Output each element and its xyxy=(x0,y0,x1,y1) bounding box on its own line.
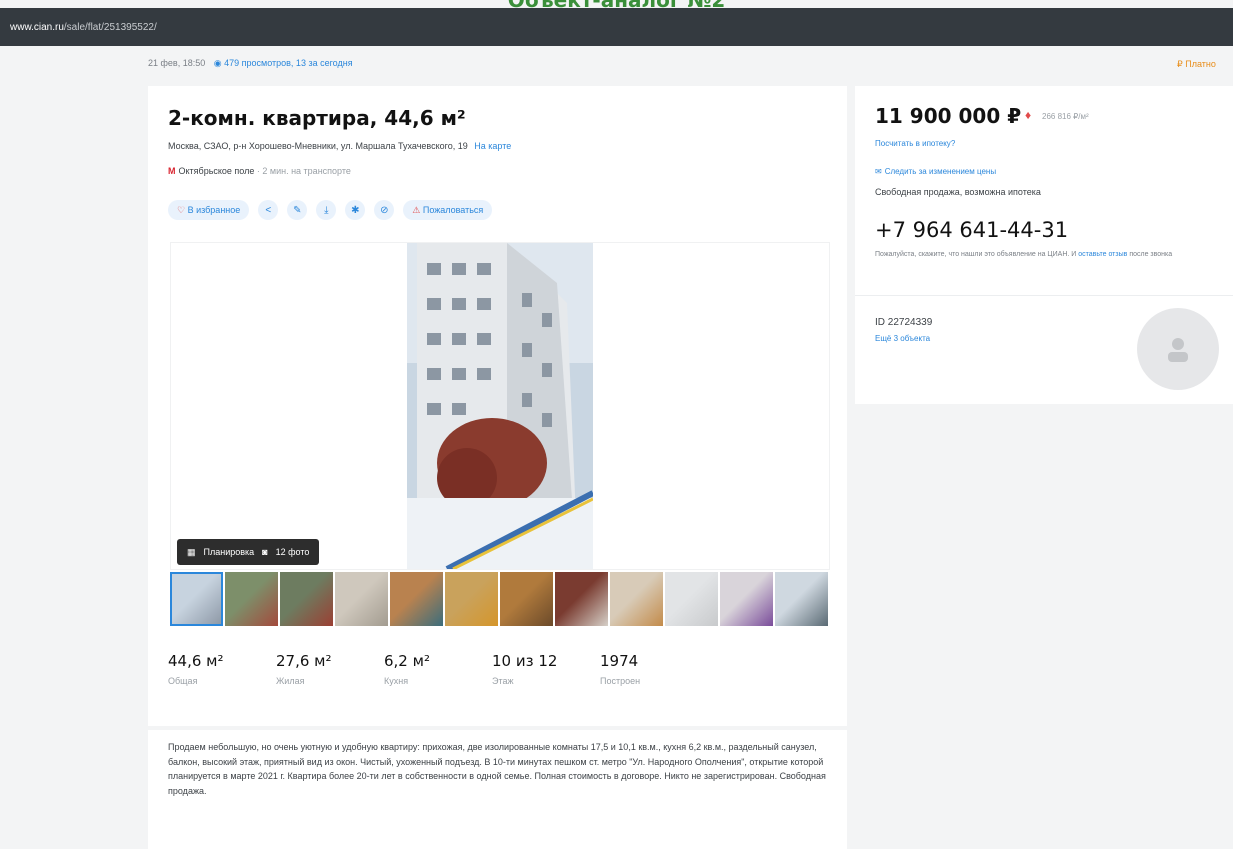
more-objects-link[interactable]: Ещё 3 объекта xyxy=(875,334,930,343)
photo-thumbnail[interactable] xyxy=(170,572,223,626)
stat-label: Жилая xyxy=(276,676,305,686)
photo-thumbnail[interactable] xyxy=(555,572,608,626)
views-counter[interactable]: ◉ 479 просмотров, 13 за сегодня xyxy=(214,58,353,68)
stat-label: Этаж xyxy=(492,676,514,686)
watch-price-link[interactable]: ✉ Следить за изменением цены xyxy=(875,167,996,176)
stat-value: 44,6 м² xyxy=(168,652,224,670)
building-photo xyxy=(407,243,593,569)
url-text[interactable]: www.cian.ru/sale/flat/251395522/ xyxy=(10,22,157,33)
stat-value: 10 из 12 xyxy=(492,652,558,670)
sale-type: Свободная продажа, возможна ипотека xyxy=(875,187,1041,197)
share-icon: < xyxy=(265,204,272,216)
seller-id: ID 22724339 xyxy=(875,317,933,328)
eye-icon: ◉ xyxy=(213,58,222,68)
metro-name[interactable]: Октябрьское поле xyxy=(179,166,255,176)
key-stats: 44,6 м² Общая 27,6 м² Жилая 6,2 м² Кухня 10 из… xyxy=(168,652,708,686)
metro-icon: M xyxy=(168,166,176,176)
watch-label: Следить за изменением цены xyxy=(884,167,997,176)
photo-badge[interactable]: ▦ Планировка ◙ 12 фото xyxy=(177,539,320,565)
pencil-icon: ✎ xyxy=(293,204,302,216)
stat-label: Общая xyxy=(168,676,198,686)
camera-icon: ◙ xyxy=(262,547,268,557)
notice-tail: после звонка xyxy=(1129,251,1173,258)
settings-button[interactable]: ✱ xyxy=(345,200,366,220)
complain-button[interactable]: ⚠ Пожаловаться xyxy=(403,200,493,220)
edit-button[interactable]: ✎ xyxy=(287,200,308,220)
listing-meta: 21 фев, 18:50 ◉ 479 просмотров, 13 за се… xyxy=(148,58,353,69)
user-icon xyxy=(1168,338,1188,362)
photo-thumbnail[interactable] xyxy=(280,572,333,626)
photo-thumbnail[interactable] xyxy=(390,572,443,626)
divider xyxy=(855,295,1233,296)
price-per-meter: 266 816 ₽/м² xyxy=(1042,112,1089,121)
stat-label: Построен xyxy=(600,676,641,686)
mortgage-link[interactable]: Посчитать в ипотеку? xyxy=(875,139,955,148)
description-text: Продаем небольшую, но очень уютную и удо… xyxy=(168,742,826,796)
heart-icon: ♡ xyxy=(177,204,186,215)
url-host: www.cian.ru xyxy=(10,22,64,33)
on-map-link[interactable]: На карте xyxy=(474,141,511,151)
call-notice: Пожалуйста, скажите, что нашли это объяв… xyxy=(875,249,1215,261)
photo-thumbnail[interactable] xyxy=(665,572,718,626)
leave-review-link[interactable]: оставьте отзыв xyxy=(1078,251,1127,258)
price-history-icon[interactable]: ♦ xyxy=(1025,108,1031,122)
price-sidebar: 11 900 000 ₽ ♦ 266 816 ₽/м² Посчитать в … xyxy=(855,86,1233,404)
listing-address: Москва, СЗАО, р-н Хорошево-Мневники, ул.… xyxy=(168,141,511,151)
photo-gallery[interactable]: ▦ Планировка ◙ 12 фото xyxy=(170,242,830,570)
stat-item: 27,6 м² Жилая xyxy=(276,652,384,686)
favorite-button[interactable]: ♡ В избранное xyxy=(168,200,250,220)
notice-text: Пожалуйста, скажите, что нашли это объяв… xyxy=(875,251,1077,258)
layout-icon: ▦ xyxy=(187,546,196,557)
phone-number[interactable]: +7 964 641-44-31 xyxy=(875,218,1068,242)
stat-item: 1974 Построен xyxy=(600,652,708,686)
price: 11 900 000 ₽ xyxy=(875,104,1022,128)
photo-thumbnail[interactable] xyxy=(335,572,388,626)
mail-icon: ✉ xyxy=(875,167,882,176)
stat-item: 6,2 м² Кухня xyxy=(384,652,492,686)
browser-address-bar[interactable]: www.cian.ru/sale/flat/251395522/ xyxy=(0,8,1233,46)
thumbnail-strip xyxy=(170,572,828,626)
address-text: Москва, СЗАО, р-н Хорошево-Мневники, ул.… xyxy=(168,141,468,151)
stat-value: 1974 xyxy=(600,652,639,670)
photo-thumbnail[interactable] xyxy=(720,572,773,626)
avatar[interactable] xyxy=(1137,308,1219,390)
photo-thumbnail[interactable] xyxy=(775,572,828,626)
listing-actions: ♡ В избранное < ✎ ⤓ ✱ ⊘ ⚠ Пожаловаться xyxy=(168,199,493,221)
listing-card: 2-комн. квартира, 44,6 м² Москва, СЗАО, … xyxy=(148,86,847,726)
main-photo[interactable] xyxy=(407,243,593,569)
photo-thumbnail[interactable] xyxy=(445,572,498,626)
warning-icon: ⚠ xyxy=(412,204,421,215)
layout-label: Планировка xyxy=(203,547,255,557)
metro-time: · 2 мин. на транспорте xyxy=(256,166,351,176)
metro-info: M Октябрьское поле · 2 мин. на транспорте xyxy=(168,166,351,176)
gear-icon: ✱ xyxy=(351,204,360,216)
download-button[interactable]: ⤓ xyxy=(316,200,337,220)
stat-value: 27,6 м² xyxy=(276,652,332,670)
complain-label: Пожаловаться xyxy=(422,205,484,215)
listing-title: 2-комн. квартира, 44,6 м² xyxy=(168,106,466,130)
photo-thumbnail[interactable] xyxy=(500,572,553,626)
mortgage-label: Посчитать в ипотеку xyxy=(875,139,951,148)
share-button[interactable]: < xyxy=(258,200,279,220)
paid-services-link[interactable]: ₽ Платно xyxy=(1177,59,1216,70)
pay-link-text: Платно xyxy=(1185,59,1216,69)
favorite-label: В избранное xyxy=(187,205,241,215)
photo-thumbnail[interactable] xyxy=(610,572,663,626)
description-card: Продаем небольшую, но очень уютную и удо… xyxy=(148,730,847,849)
listing-date: 21 фев, 18:50 xyxy=(148,58,206,68)
stat-item: 10 из 12 Этаж xyxy=(492,652,600,686)
hide-icon: ⊘ xyxy=(380,204,389,216)
stat-label: Кухня xyxy=(384,676,409,686)
stat-value: 6,2 м² xyxy=(384,652,430,670)
download-icon: ⤓ xyxy=(324,204,329,216)
url-path: /sale/flat/251395522/ xyxy=(63,22,157,33)
photo-thumbnail[interactable] xyxy=(225,572,278,626)
stat-item: 44,6 м² Общая xyxy=(168,652,276,686)
views-text: 479 просмотров, 13 за сегодня xyxy=(224,58,353,68)
hide-button[interactable]: ⊘ xyxy=(374,200,395,220)
photos-count: 12 фото xyxy=(275,547,310,557)
